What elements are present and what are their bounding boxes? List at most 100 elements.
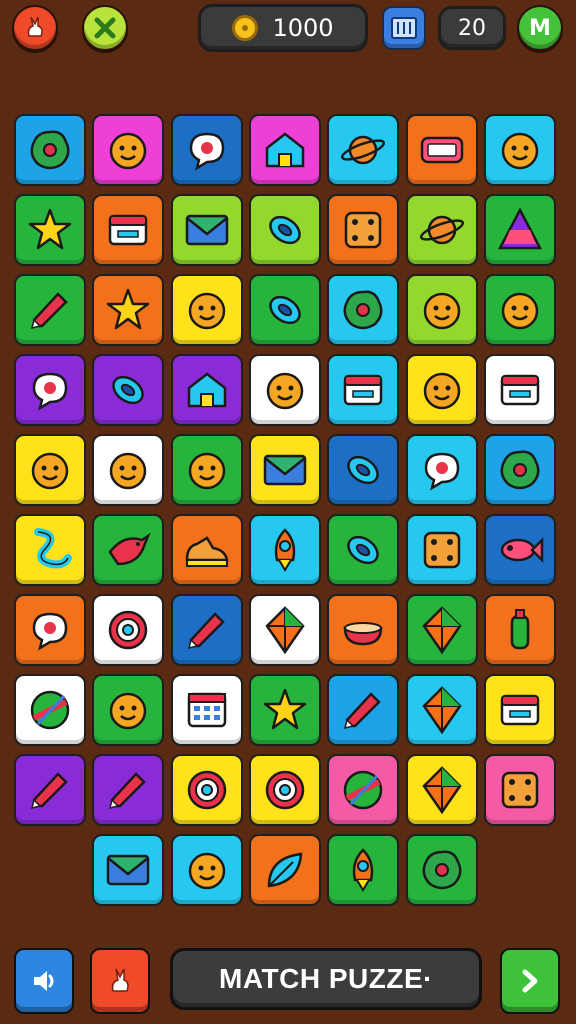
tile-kite[interactable] [405,674,478,746]
tile-chat[interactable] [14,354,86,426]
tile-face[interactable] [92,434,165,506]
level-counter: 20 [438,6,506,50]
tile-box[interactable] [483,354,556,426]
tile-pencil[interactable] [92,754,165,826]
tile-rocket[interactable] [327,834,400,906]
target-icon [187,770,226,810]
tile-fish[interactable] [483,514,556,586]
sound-button[interactable] [14,948,74,1014]
ring-icon [347,455,379,485]
tile-face[interactable] [170,834,243,906]
sound-icon [34,971,54,991]
tile-target[interactable] [170,754,243,826]
tile-leaf[interactable] [248,834,321,906]
tile-face[interactable] [170,434,243,506]
tile-house[interactable] [248,114,321,186]
tile-kite[interactable] [405,754,478,826]
tile-face[interactable] [483,274,556,346]
dice-icon [344,211,382,249]
tile-ring[interactable] [92,354,165,426]
tile-face[interactable] [14,434,86,506]
tile-ring[interactable] [327,514,400,586]
tile-ring[interactable] [327,434,400,506]
ball-icon [343,770,383,810]
tile-envelope[interactable] [92,834,165,906]
tile-bowl[interactable] [327,594,400,666]
shuffle-x-icon[interactable] [82,5,128,51]
box-icon [500,694,540,726]
fish-icon [500,536,544,564]
hint-icon [111,968,129,992]
tile-face[interactable] [92,114,165,186]
tile-face[interactable] [170,274,243,346]
tile-face[interactable] [483,114,556,186]
rabbit-icon[interactable] [12,5,58,51]
tile-pencil[interactable] [170,594,243,666]
hint-button[interactable] [90,948,150,1014]
tile-sign[interactable] [405,114,478,186]
tile-planet[interactable] [405,194,478,266]
tile-chat[interactable] [14,594,86,666]
tile-box[interactable] [483,674,556,746]
tile-kite[interactable] [405,594,478,666]
profile-badge: M [529,15,551,41]
tile-star[interactable] [14,194,86,266]
tile-ring[interactable] [248,274,321,346]
snake-icon [34,528,72,569]
house-icon [265,132,305,168]
blob-icon [30,130,70,170]
tile-ball[interactable] [14,674,86,746]
envelope-icon [107,854,150,886]
tile-triangle[interactable] [483,194,556,266]
tile-star[interactable] [248,674,321,746]
tile-target[interactable] [92,594,165,666]
tile-calendar[interactable] [170,674,243,746]
tile-shoe[interactable] [170,514,243,586]
tile-face[interactable] [405,354,478,426]
tile-dice[interactable] [483,754,556,826]
tile-planet[interactable] [327,114,400,186]
coin-count: 1000 [272,14,334,42]
tile-box[interactable] [327,354,400,426]
face-icon [188,292,225,330]
map-button[interactable] [382,6,426,50]
tile-chat[interactable] [405,434,478,506]
tile-star[interactable] [92,274,165,346]
next-button[interactable] [500,948,560,1014]
tile-rocket[interactable] [248,514,321,586]
tile-box[interactable] [92,194,165,266]
tile-dice[interactable] [405,514,478,586]
tile-chat[interactable] [170,114,243,186]
tile-snake[interactable] [14,514,86,586]
face-icon [188,452,225,490]
tile-pencil[interactable] [14,274,86,346]
tile-bottle[interactable] [483,594,556,666]
tile-envelope[interactable] [170,194,243,266]
profile-button[interactable]: M [517,5,563,51]
tile-blob[interactable] [405,834,478,906]
tile-face[interactable] [92,674,165,746]
tile-bird[interactable] [92,514,165,586]
tile-grid [14,114,560,916]
tile-ball[interactable] [327,754,400,826]
arrow-right-icon [522,969,538,993]
pencil-icon [344,692,381,730]
tile-blob[interactable] [327,274,400,346]
tile-blob[interactable] [483,434,556,506]
tile-ring[interactable] [248,194,321,266]
tile-pencil[interactable] [327,674,400,746]
tile-pencil[interactable] [14,754,86,826]
star-icon [263,688,307,730]
tile-blob[interactable] [14,114,86,186]
tile-envelope[interactable] [248,434,321,506]
tile-face[interactable] [405,274,478,346]
tile-target[interactable] [248,754,321,826]
tile-face[interactable] [248,354,321,426]
sign-icon [420,136,463,164]
tile-kite[interactable] [248,594,321,666]
chat-icon [424,452,459,491]
rocket-icon [352,848,374,892]
tile-house[interactable] [170,354,243,426]
bowl-icon [343,622,383,646]
tile-dice[interactable] [327,194,400,266]
